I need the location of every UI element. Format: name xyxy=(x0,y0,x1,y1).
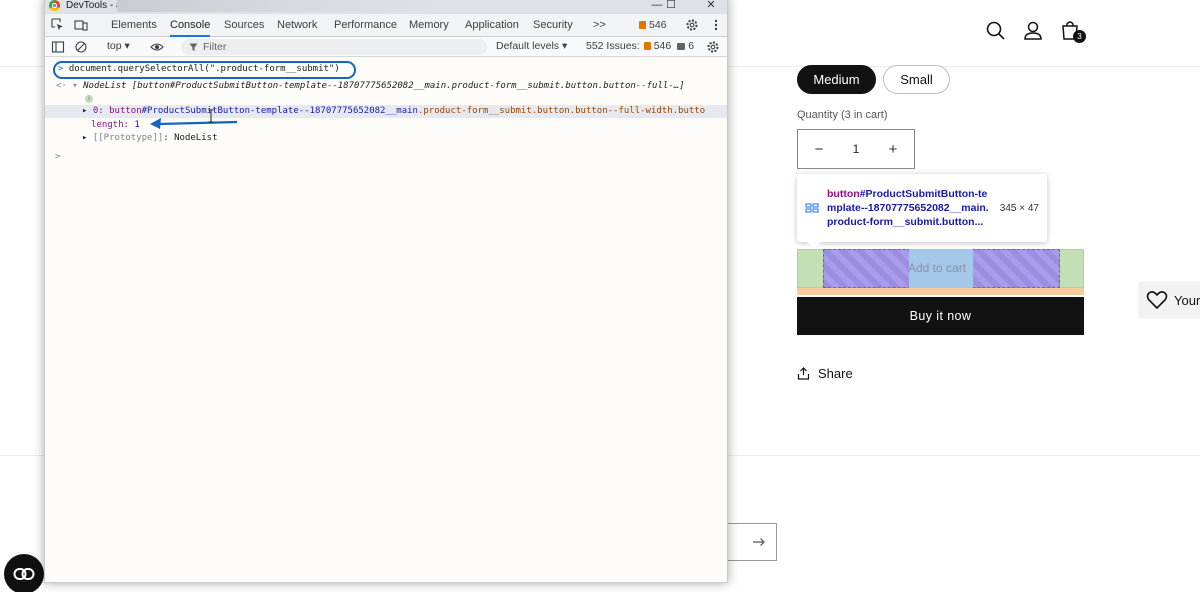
nodelist-result-line[interactable]: <· ▾ NodeList [button#ProductSubmitButto… xyxy=(56,80,685,93)
sidebar-toggle-icon[interactable] xyxy=(51,40,65,54)
cart-icon[interactable]: 3 xyxy=(1058,18,1086,44)
newsletter-submit-button[interactable] xyxy=(727,523,777,561)
inspect-tooltip: button#ProductSubmitButton-template--187… xyxy=(797,174,1047,249)
settings-gear-icon[interactable] xyxy=(685,18,699,32)
share-button[interactable]: Share xyxy=(797,366,853,381)
eye-icon[interactable] xyxy=(150,40,164,54)
devtools-tabbar: Elements Console Sources Network Perform… xyxy=(45,14,727,37)
info-badge-line: i xyxy=(85,92,93,105)
collapse-triangle-icon: ▸ xyxy=(82,133,88,143)
devtools-title-text: DevTools - a xyxy=(66,0,122,11)
console-filter-input[interactable]: Filter xyxy=(181,39,487,55)
wishlist-label: Your xyxy=(1174,292,1200,308)
chat-logo-icon xyxy=(13,568,35,580)
prototype-value: : NodeList xyxy=(163,133,218,143)
size-option-medium[interactable]: Medium xyxy=(797,65,876,94)
tooltip-tag: button xyxy=(827,188,860,200)
nodelist-length-line: length: 1 xyxy=(91,119,140,132)
clear-console-icon[interactable] xyxy=(74,40,88,54)
prototype-key: [[Prototype]] xyxy=(92,133,164,143)
devtools-titlebar: DevTools - a — ☐ ✕ xyxy=(45,0,727,14)
length-key: length: xyxy=(91,120,129,130)
tab-security[interactable]: Security xyxy=(533,14,573,37)
warning-flag-icon xyxy=(639,21,646,29)
arrow-right-icon xyxy=(753,538,765,546)
console-input-prompt[interactable]: > xyxy=(55,151,60,164)
inspect-element-icon[interactable] xyxy=(51,18,65,32)
item-id: #ProductSubmitButton-template--187077756… xyxy=(141,106,418,116)
console-toolbar: top ▾ Filter Default levels ▾ 552 Issues… xyxy=(45,37,727,57)
add-to-cart-button[interactable]: Add to cart xyxy=(908,249,973,288)
tooltip-arrow xyxy=(807,242,821,249)
search-icon[interactable] xyxy=(983,18,1009,44)
chrome-logo-icon xyxy=(49,0,60,11)
share-icon xyxy=(797,367,810,380)
quantity-minus-button[interactable]: − xyxy=(810,141,828,158)
collapse-triangle-icon: ▸ xyxy=(82,106,88,116)
console-command: document.querySelectorAll(".product-form… xyxy=(68,64,340,74)
annotation-arrow-icon xyxy=(150,118,238,129)
device-toolbar-icon[interactable] xyxy=(74,18,88,32)
maximize-icon[interactable]: ☐ xyxy=(659,0,683,13)
issues-warning-icon xyxy=(643,42,651,50)
console-command-line[interactable]: > document.querySelectorAll(".product-fo… xyxy=(58,63,340,76)
console-settings-icon[interactable] xyxy=(706,40,720,54)
filter-placeholder: Filter xyxy=(203,41,227,53)
tab-memory[interactable]: Memory xyxy=(409,14,449,37)
text-cursor-icon xyxy=(208,109,214,123)
tooltip-size: 345 × 47 xyxy=(999,202,1039,214)
quantity-label: Quantity (3 in cart) xyxy=(797,109,888,121)
share-label: Share xyxy=(818,366,853,381)
tab-sources[interactable]: Sources xyxy=(224,14,264,37)
issues-info-count: 6 xyxy=(688,40,695,52)
filter-icon xyxy=(189,43,198,51)
prototype-line[interactable]: ▸ [[Prototype]]: NodeList xyxy=(82,132,217,145)
issues-warning-count: 546 xyxy=(653,40,672,52)
empty-prompt: > xyxy=(55,152,61,162)
tab-elements[interactable]: Elements xyxy=(111,14,157,37)
issues-counter[interactable]: 552 Issues: 546 6 xyxy=(586,40,694,52)
chat-widget-button[interactable] xyxy=(4,554,44,592)
tooltip-selector: button#ProductSubmitButton-template--187… xyxy=(827,187,992,229)
quantity-plus-button[interactable]: + xyxy=(884,141,902,158)
devtools-title: DevTools - a xyxy=(49,0,122,11)
tab-console[interactable]: Console xyxy=(170,14,211,37)
quantity-input[interactable]: 1 xyxy=(853,142,860,156)
redacted-title-area xyxy=(117,0,437,12)
tab-application[interactable]: Application xyxy=(465,14,519,37)
item-classes: .product-form__submit.button.button--ful… xyxy=(417,106,706,116)
item-tag: button xyxy=(109,106,142,116)
item-index: 0: xyxy=(92,106,104,116)
expand-triangle-icon: ▾ xyxy=(72,81,78,91)
tab-network[interactable]: Network xyxy=(277,14,317,37)
nodelist-summary: NodeList [button#ProductSubmitButton-tem… xyxy=(83,81,685,91)
heart-icon xyxy=(1146,291,1168,310)
close-icon[interactable]: ✕ xyxy=(699,0,723,13)
context-selector[interactable]: top ▾ xyxy=(107,40,130,52)
issues-info-icon xyxy=(677,42,686,50)
input-prompt: > xyxy=(58,64,64,74)
add-to-cart-bottom-margin xyxy=(797,288,1084,295)
length-value: 1 xyxy=(134,120,140,130)
wishlist-button[interactable]: Your xyxy=(1138,281,1200,319)
info-icon: i xyxy=(85,95,93,103)
error-count: 546 xyxy=(649,19,667,31)
result-arrow-icon: <· xyxy=(56,81,67,91)
tab-performance[interactable]: Performance xyxy=(334,14,397,37)
log-levels-dropdown[interactable]: Default levels ▾ xyxy=(496,40,567,52)
devtools-window: DevTools - a — ☐ ✕ Elements Console Sour… xyxy=(44,0,728,583)
size-option-small[interactable]: Small xyxy=(883,65,950,94)
cart-count-badge: 3 xyxy=(1073,30,1086,43)
error-counter[interactable]: 546 xyxy=(639,19,667,31)
issues-label: 552 Issues: xyxy=(586,40,640,52)
more-tabs-button[interactable]: >> xyxy=(593,14,606,37)
buy-now-button[interactable]: Buy it now xyxy=(797,297,1084,335)
layout-grid-icon xyxy=(805,201,819,215)
quantity-stepper: − 1 + xyxy=(797,129,915,169)
account-icon[interactable] xyxy=(1020,18,1046,44)
more-options-icon[interactable] xyxy=(709,18,723,32)
